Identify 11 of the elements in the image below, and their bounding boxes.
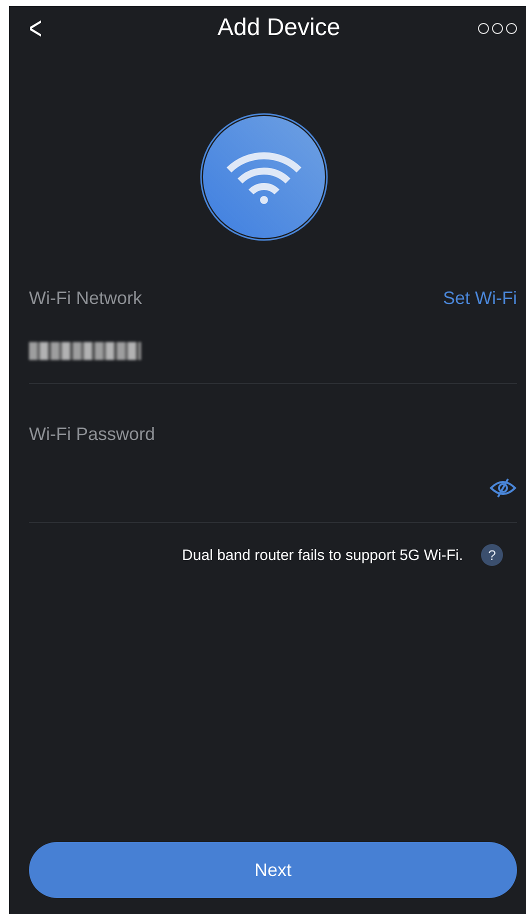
set-wifi-link[interactable]: Set Wi-Fi xyxy=(443,288,517,309)
hint-text: Dual band router fails to support 5G Wi-Fi. xyxy=(182,546,463,564)
back-button[interactable]: < xyxy=(29,12,42,44)
field-label: Wi-Fi Password xyxy=(29,424,156,445)
field-label: Wi-Fi Network xyxy=(29,288,142,309)
more-button[interactable] xyxy=(478,22,517,34)
screen-title: Add Device xyxy=(217,14,340,42)
wifi-icon xyxy=(199,112,329,242)
eye-slash-icon[interactable] xyxy=(489,477,517,499)
next-button[interactable]: Next xyxy=(29,842,517,898)
help-button[interactable]: ? xyxy=(481,544,503,566)
